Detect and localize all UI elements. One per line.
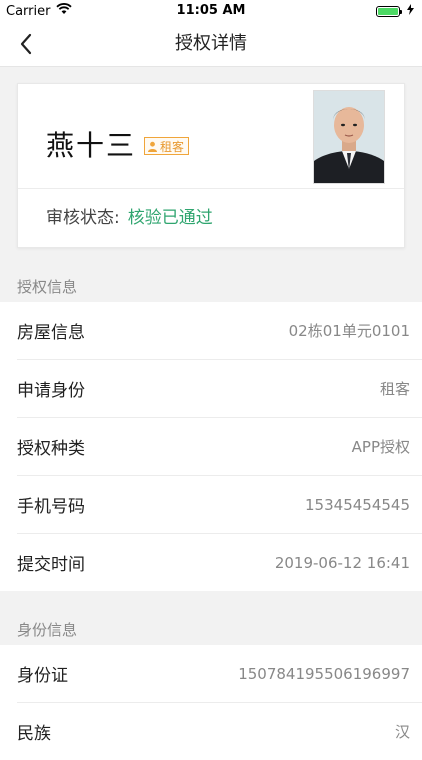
review-status-label: 审核状态: [46,208,120,228]
row-label: 申请身份 [17,381,85,401]
info-row-auth-type: 授权种类 APP授权 [17,418,422,476]
clock: 11:05 AM [176,3,246,18]
row-label: 身份证 [17,666,68,686]
auth-section-title: 授权信息 [17,278,78,296]
role-badge-label: 租客 [160,139,185,154]
row-value: 150784195506196997 [238,664,410,683]
profile-header: 燕十三 租客 [18,84,404,189]
auth-info-list: 房屋信息 02栋01单元0101 申请身份 租客 授权种类 APP授权 手机号码… [0,302,422,591]
row-value: 15345454545 [305,495,410,514]
page-title: 授权详情 [175,33,247,54]
status-right [376,4,414,19]
info-row-submit-time: 提交时间 2019-06-12 16:41 [17,534,422,591]
id-info-list: 身份证 150784195506196997 民族 汉 [0,645,422,760]
review-status-value: 核验已通过 [127,208,213,228]
info-row-id-card: 身份证 150784195506196997 [17,645,422,703]
back-button[interactable] [12,30,40,58]
info-row-house: 房屋信息 02栋01单元0101 [17,302,422,360]
role-badge: 租客 [144,137,190,155]
profile-card: 燕十三 租客 审核状态: 核验已通过 [17,83,405,248]
row-label: 授权种类 [17,439,85,459]
row-label: 房屋信息 [17,323,85,343]
charging-icon [407,4,414,19]
person-icon [148,141,157,152]
info-row-ethnicity: 民族 汉 [17,703,422,760]
row-value: 汉 [394,723,410,741]
row-value: 02栋01单元0101 [288,322,410,340]
id-section-title: 身份信息 [17,621,78,639]
info-row-phone: 手机号码 15345454545 [17,476,422,534]
row-value: 2019-06-12 16:41 [274,553,410,572]
info-row-identity: 申请身份 租客 [17,360,422,418]
review-status: 审核状态: 核验已通过 [18,189,404,247]
row-label: 提交时间 [17,555,85,575]
row-label: 民族 [17,724,51,744]
status-bar: Carrier 11:05 AM [0,0,422,22]
battery-icon [376,6,402,17]
applicant-name: 燕十三 [46,129,137,162]
id-photo [313,90,385,184]
row-value: 租客 [379,380,410,398]
row-value: APP授权 [351,438,410,456]
navigation-bar: 授权详情 [0,22,422,67]
row-label: 手机号码 [17,497,85,517]
chevron-left-icon [20,33,32,55]
